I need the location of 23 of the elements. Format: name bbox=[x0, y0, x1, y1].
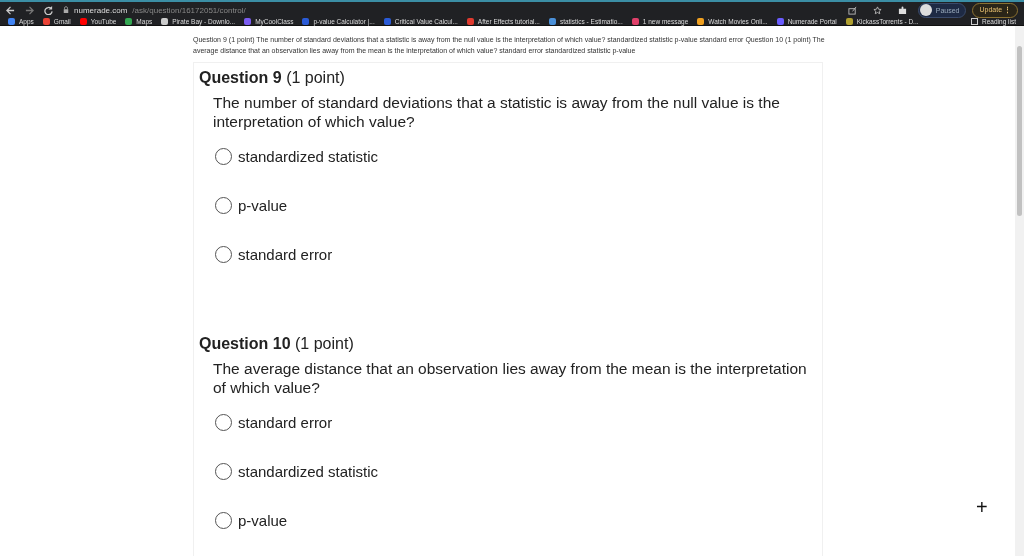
star-icon[interactable] bbox=[872, 5, 882, 15]
option-label[interactable]: standard error bbox=[238, 414, 333, 431]
question-text: The number of standard deviations that a statistic is away from the null value is the interpretation of which value? bbox=[213, 93, 781, 131]
lock-icon bbox=[63, 6, 69, 14]
question-text: The average distance that an observation lies away from the mean is the interpretation of which value? bbox=[213, 359, 808, 397]
reload-icon[interactable] bbox=[44, 5, 53, 15]
option-label[interactable]: p-value bbox=[238, 197, 288, 214]
address-bar[interactable]: numerade.com /ask/question/16172051/control/ bbox=[63, 2, 837, 18]
forward-icon[interactable] bbox=[25, 5, 34, 15]
cursor-icon: + bbox=[976, 496, 988, 519]
option-label[interactable]: standard error bbox=[238, 246, 333, 263]
question-points: (1 point) bbox=[286, 69, 345, 86]
question-points: (1 point) bbox=[295, 335, 354, 352]
question-title: Question 10 bbox=[199, 335, 291, 352]
share-icon[interactable] bbox=[847, 5, 857, 15]
option-label[interactable]: standardized statistic bbox=[238, 148, 379, 165]
back-icon[interactable] bbox=[6, 5, 15, 15]
option-label[interactable]: standardized statistic bbox=[238, 463, 379, 480]
url-host: numerade.com bbox=[74, 5, 128, 15]
url-path: /ask/question/16172051/control/ bbox=[132, 5, 246, 15]
question-title: Question 9 bbox=[199, 69, 282, 86]
option-label[interactable]: p-value bbox=[238, 512, 288, 529]
scrollbar[interactable] bbox=[1015, 26, 1024, 556]
